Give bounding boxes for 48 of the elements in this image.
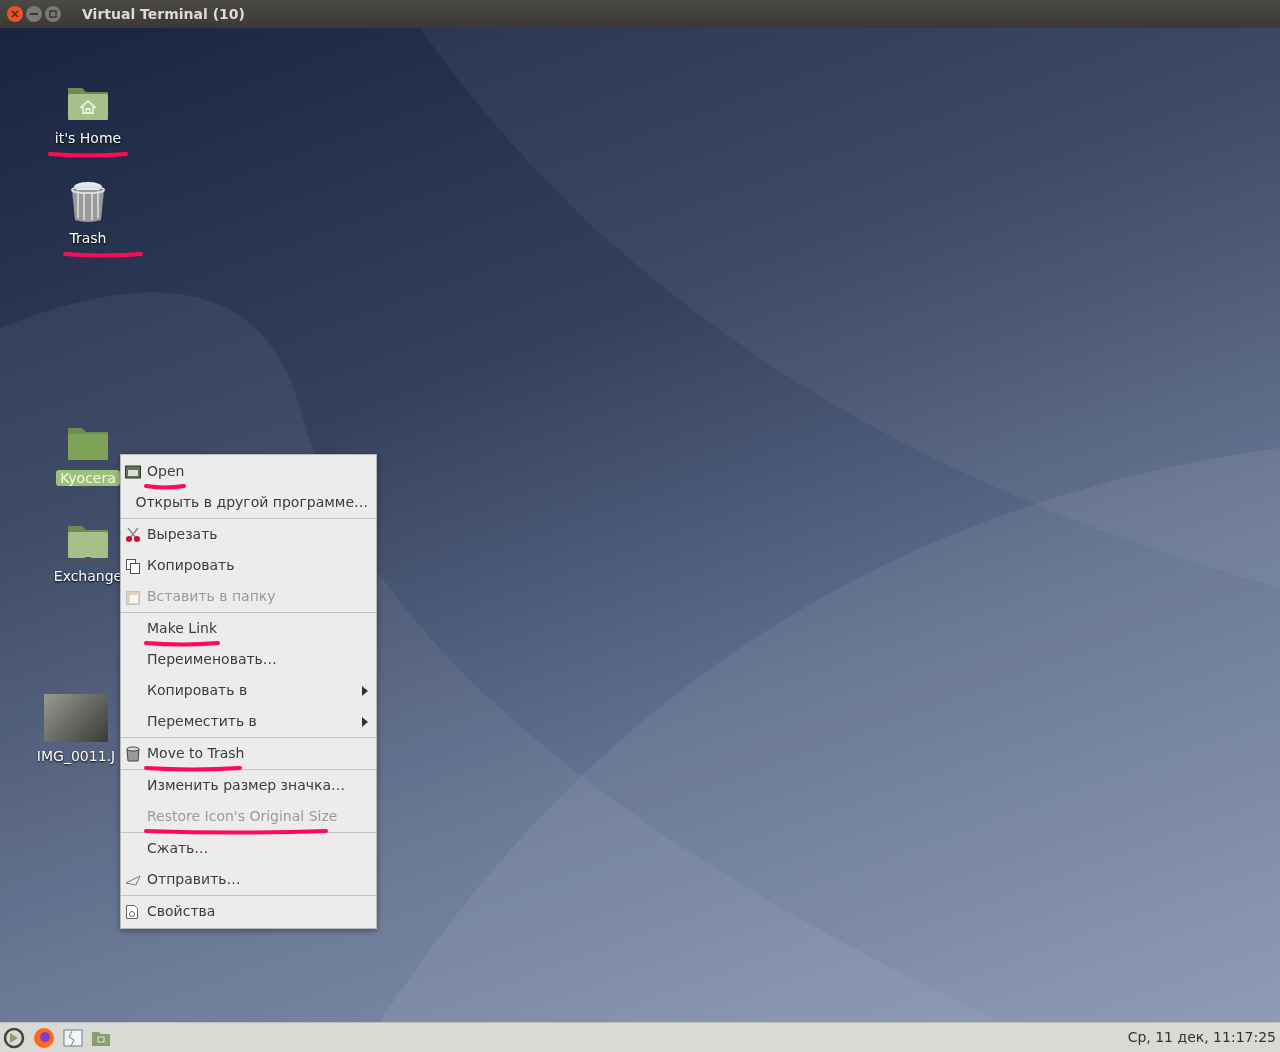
trash-can-icon [125, 745, 141, 762]
close-button[interactable] [7, 6, 23, 22]
maximize-icon [49, 10, 57, 18]
paper-plane-icon [125, 873, 141, 886]
window-title: Virtual Terminal (10) [82, 4, 245, 24]
menu-item-label: Открыть в другой программе… [135, 494, 368, 510]
menu-item-label: Переименовать… [147, 651, 277, 667]
menu-item[interactable]: Отправить… [121, 864, 376, 895]
menu-item-label: Копировать в [147, 682, 248, 698]
clock: Ср, 11 дек, 11:17:25 [1127, 1028, 1276, 1047]
minimize-icon [30, 13, 38, 15]
menu-item-label: Вырезать [147, 526, 218, 542]
menu-item[interactable]: Open [121, 456, 376, 487]
menu-item-label: Open [147, 463, 185, 479]
menu-item-label: Make Link [147, 620, 217, 636]
menu-item-label: Изменить размер значка… [147, 777, 346, 793]
menu-item-label: Копировать [147, 557, 235, 573]
menu-item[interactable]: Make Link [121, 613, 376, 644]
menu-item-label: Переместить в [147, 713, 257, 729]
desktop-icon-label[interactable]: it's Home [50, 130, 126, 146]
folder-icon [125, 464, 141, 479]
document-icon [125, 903, 139, 920]
menu-item[interactable]: Move to Trash [121, 738, 376, 769]
menu-item[interactable]: Переместить в [121, 706, 376, 737]
copy-icon [125, 557, 141, 574]
menu-item[interactable]: Изменить размер значка… [121, 770, 376, 801]
menu-item[interactable]: Открыть в другой программе… [121, 487, 376, 518]
menu-item[interactable]: Сжать… [121, 833, 376, 864]
menu-item[interactable]: Копировать в [121, 675, 376, 706]
menu-item[interactable]: Переименовать… [121, 644, 376, 675]
menu-item-label: Свойства [147, 903, 216, 919]
menu-item[interactable]: Вырезать [121, 519, 376, 550]
menu-item[interactable]: Свойства [121, 896, 376, 927]
menu-item-label: Move to Trash [147, 745, 245, 761]
scissors-icon [125, 526, 141, 543]
menu-item[interactable]: Копировать [121, 550, 376, 581]
minimize-button[interactable] [26, 6, 42, 22]
menu-item-label: Вставить в папку [147, 588, 276, 604]
clipboard-icon [125, 588, 141, 605]
close-icon [11, 10, 19, 18]
menu-item-label: Restore Icon's Original Size [147, 808, 338, 824]
menu-item-label: Отправить… [147, 871, 241, 887]
photo-placeholder [44, 694, 108, 742]
menu-item-label: Сжать… [147, 840, 209, 856]
maximize-button[interactable] [45, 6, 61, 22]
desktop-icon-label[interactable]: Trash [65, 230, 111, 246]
desktop-icon-label[interactable]: IMG_0011.J [32, 748, 120, 764]
window-icon[interactable] [63, 1027, 83, 1048]
